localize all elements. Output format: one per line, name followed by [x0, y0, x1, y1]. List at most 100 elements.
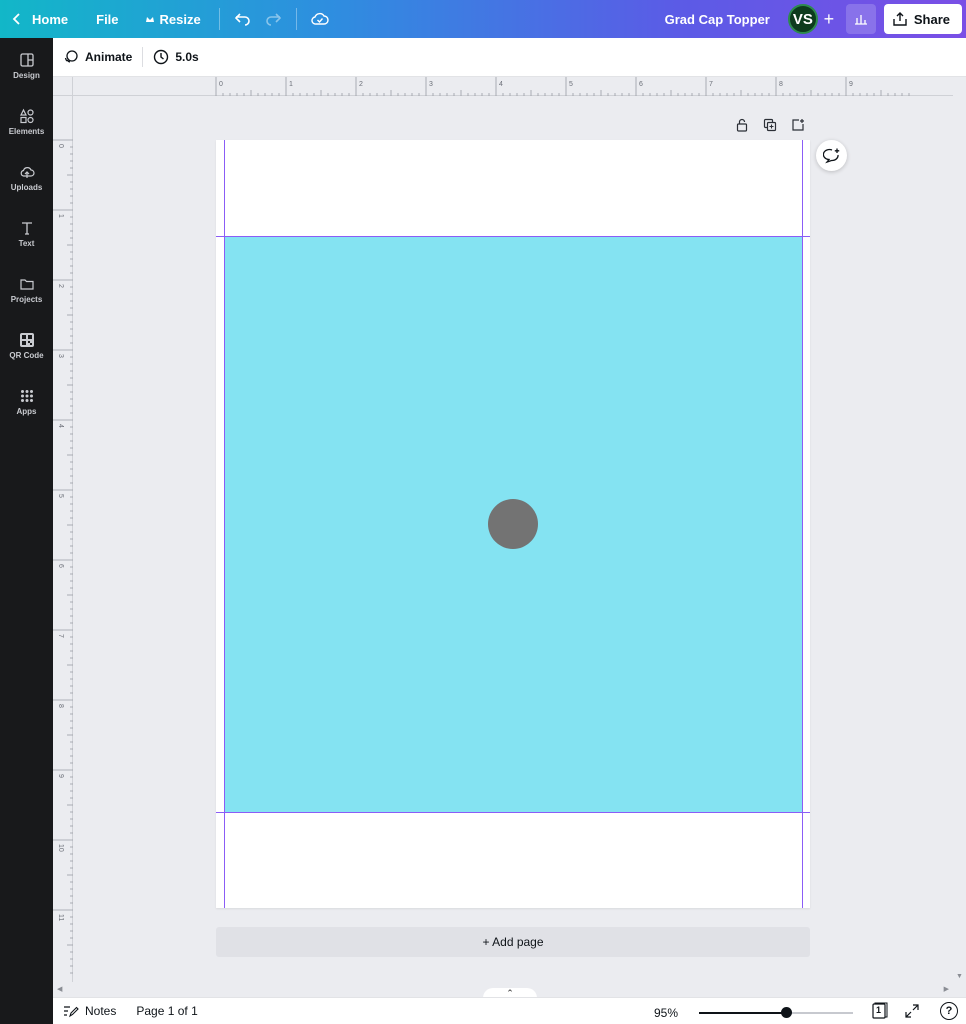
resize-button[interactable]: Resize: [135, 0, 211, 38]
add-page-button[interactable]: + Add page: [216, 927, 810, 957]
vertical-guide-right[interactable]: [802, 140, 803, 908]
add-page-label: + Add page: [482, 935, 544, 949]
ruler-label: 1: [57, 214, 64, 218]
horizontal-guide-bottom[interactable]: [216, 812, 810, 813]
duration-label: 5.0s: [175, 50, 199, 64]
page-count-badge: 1: [876, 1005, 882, 1015]
apps-grid-icon: [20, 390, 33, 402]
sidebar-item-label: Design: [13, 71, 40, 80]
elements-icon: [19, 108, 34, 124]
home-button[interactable]: Home: [0, 0, 78, 38]
zoom-percentage[interactable]: 95%: [654, 1006, 678, 1020]
help-button[interactable]: ?: [940, 1002, 958, 1020]
avatar-initials: VS: [792, 10, 813, 28]
resize-crown-icon: [145, 17, 154, 22]
left-sidebar: Design Elements Uploads Text Projects QR…: [0, 38, 53, 1024]
add-page-icon-button[interactable]: [789, 116, 807, 134]
ruler-corner: [53, 77, 73, 96]
editor-toolbar: Animate 5.0s: [53, 38, 966, 77]
share-upload-icon: [893, 12, 907, 26]
share-label: Share: [913, 11, 950, 27]
ruler-label: 2: [57, 284, 64, 288]
sidebar-item-label: Projects: [10, 295, 43, 304]
ruler-label: 5: [569, 81, 573, 88]
horizontal-ruler[interactable]: 0 1 2 3 4 5 6 7 8 9: [73, 77, 953, 96]
undo-icon: [234, 13, 250, 26]
page-grid-view-button[interactable]: 1: [870, 1002, 888, 1020]
sidebar-item-uploads[interactable]: Uploads: [0, 150, 53, 206]
duration-button[interactable]: 5.0s: [143, 38, 208, 77]
invite-button[interactable]: +: [818, 4, 840, 34]
vertical-ruler-ticks: 0 1 2 3 4 5 6 7 8 9 10 11: [53, 139, 73, 974]
clock-icon: [154, 49, 169, 65]
ruler-label: 5: [57, 494, 64, 498]
home-label: Home: [32, 11, 69, 27]
toolbar-divider: [218, 8, 220, 30]
redo-icon: [265, 13, 281, 26]
animate-label: Animate: [85, 50, 133, 64]
top-bar: Home File Resize Grad Cap Topper VS + Sh…: [0, 0, 966, 38]
ruler-label: 0: [219, 81, 223, 88]
ruler-label: 4: [57, 424, 64, 428]
sidebar-item-label: Apps: [16, 407, 37, 416]
fullscreen-button[interactable]: [904, 1003, 920, 1022]
file-label: File: [96, 11, 119, 27]
qr-code-icon: [19, 333, 34, 347]
scroll-left-arrow-icon[interactable]: ◀: [57, 985, 62, 993]
sidebar-item-apps[interactable]: Apps: [0, 374, 53, 430]
notes-pencil-icon: [64, 1006, 79, 1018]
vertical-guide-left[interactable]: [224, 140, 225, 908]
ruler-label: 7: [709, 81, 713, 88]
vertical-ruler[interactable]: 0 1 2 3 4 5 6 7 8 9 10 11: [53, 96, 73, 982]
ruler-label: 8: [57, 704, 64, 708]
horizontal-guide-top[interactable]: [216, 236, 810, 237]
ruler-label: 1: [289, 81, 293, 88]
undo-button[interactable]: [228, 0, 258, 38]
sidebar-item-projects[interactable]: Projects: [0, 262, 53, 318]
page-indicator-label: Page 1 of 1: [136, 1004, 198, 1018]
scroll-down-arrow-icon[interactable]: ▼: [956, 973, 963, 980]
file-menu-button[interactable]: File: [86, 0, 128, 38]
ruler-label: 9: [849, 81, 853, 88]
expand-arrows-icon: [905, 1004, 919, 1018]
ruler-label: 9: [57, 774, 64, 778]
ruler-label: 8: [779, 81, 783, 88]
lock-icon: [736, 118, 748, 132]
avatar[interactable]: VS: [787, 4, 818, 34]
add-comment-button[interactable]: [816, 140, 847, 171]
document-title[interactable]: Grad Cap Topper: [665, 12, 770, 27]
design-icon: [19, 53, 34, 67]
gray-circle-element[interactable]: [488, 499, 538, 549]
share-button[interactable]: Share: [883, 4, 962, 34]
notes-button[interactable]: Notes: [53, 1004, 126, 1018]
text-icon: [21, 222, 32, 235]
toolbar-divider: [295, 8, 297, 30]
redo-button[interactable]: [258, 0, 288, 38]
ruler-label: 0: [57, 144, 64, 148]
bar-chart-icon: [854, 15, 867, 25]
sidebar-item-label: Elements: [8, 127, 45, 136]
scroll-right-arrow-icon[interactable]: ▶: [944, 985, 949, 993]
ruler-label: 3: [429, 81, 433, 88]
upload-cloud-icon: [20, 167, 35, 178]
sidebar-item-design[interactable]: Design: [0, 38, 53, 94]
sidebar-item-qr-code[interactable]: QR Code: [0, 318, 53, 374]
add-page-icon: [792, 119, 804, 131]
zoom-slider-fill: [699, 1012, 787, 1014]
sidebar-item-label: Text: [18, 239, 35, 248]
notes-label: Notes: [85, 1004, 117, 1018]
save-status-button[interactable]: [305, 0, 335, 38]
insights-button[interactable]: [845, 4, 876, 34]
sidebar-item-text[interactable]: Text: [0, 206, 53, 262]
ruler-label: 7: [57, 634, 64, 638]
duplicate-page-button[interactable]: [761, 116, 779, 134]
page-indicator[interactable]: Page 1 of 1: [126, 1004, 207, 1018]
sidebar-item-elements[interactable]: Elements: [0, 94, 53, 150]
topbar-right: Grad Cap Topper VS + Share: [665, 0, 966, 38]
lock-page-button[interactable]: [733, 116, 751, 134]
comment-plus-icon: [822, 148, 839, 163]
animate-button[interactable]: Animate: [53, 38, 142, 77]
vertical-scrollbar[interactable]: ▼: [953, 96, 966, 982]
duplicate-icon: [763, 118, 777, 132]
ruler-label: 11: [57, 914, 64, 921]
